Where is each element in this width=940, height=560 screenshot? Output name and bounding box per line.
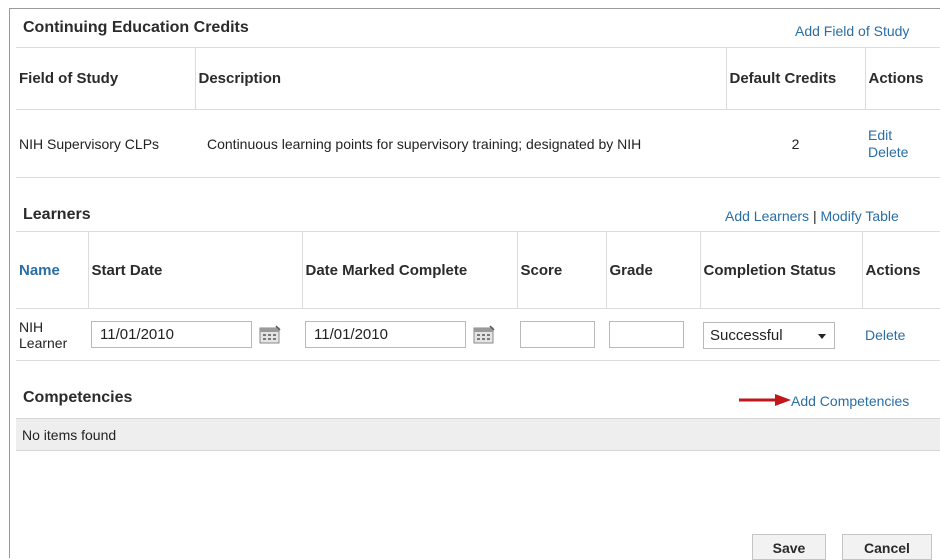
score-cell [517, 308, 606, 361]
ce-table: Field of Study Description Default Credi… [16, 47, 940, 178]
complete-date-input[interactable] [305, 321, 466, 348]
edit-link[interactable]: Edit [868, 127, 892, 143]
cancel-button[interactable]: Cancel [842, 534, 932, 560]
grade-input[interactable] [609, 321, 684, 348]
col-score: Score [517, 231, 607, 309]
col-default-credits: Default Credits [726, 47, 866, 110]
col-field-of-study: Field of Study [16, 47, 196, 110]
save-button[interactable]: Save [752, 534, 826, 560]
col-date-marked-complete: Date Marked Complete [302, 231, 518, 309]
name-sort-link[interactable]: Name [19, 262, 60, 279]
calendar-icon[interactable] [259, 324, 281, 345]
col-actions: Actions [862, 231, 940, 309]
link-separator: | [812, 208, 817, 224]
col-start-date: Start Date [88, 231, 303, 309]
col-description: Description [195, 47, 727, 110]
delete-learner-link[interactable]: Delete [865, 327, 905, 343]
col-completion-status: Completion Status [700, 231, 863, 309]
ce-field-cell: NIH Supervisory CLPs [16, 109, 195, 178]
competencies-section-title: Competencies [23, 389, 133, 406]
learners-section-title: Learners [23, 206, 91, 223]
table-row: NIH Supervisory CLPs Continuous learning… [16, 109, 940, 178]
complete-date-cell [302, 308, 517, 361]
table-row: NIH Learner Successful Delete [16, 308, 940, 361]
learner-actions-cell: Delete [862, 308, 940, 361]
col-actions: Actions [865, 47, 940, 110]
learner-name-cell: NIH Learner [16, 308, 88, 361]
learners-header-row: Name Start Date Date Marked Complete Sco… [16, 231, 940, 309]
chevron-down-icon [818, 334, 826, 339]
ce-header-row: Field of Study Description Default Credi… [16, 47, 940, 110]
ce-actions-cell: Edit Delete [865, 109, 940, 178]
learners-table: Name Start Date Date Marked Complete Sco… [16, 231, 940, 361]
ce-description-cell: Continuous learning points for superviso… [195, 109, 726, 178]
col-grade: Grade [606, 231, 701, 309]
empty-state-message: No items found [16, 418, 940, 451]
ce-credits-cell: 2 [726, 109, 865, 178]
delete-link[interactable]: Delete [868, 144, 908, 160]
arrow-right-icon [739, 394, 791, 406]
start-date-input[interactable] [91, 321, 252, 348]
completion-status-select[interactable]: Successful [703, 322, 835, 349]
modify-table-link[interactable]: Modify Table [820, 208, 898, 224]
col-name[interactable]: Name [16, 231, 89, 309]
start-date-cell [88, 308, 302, 361]
status-cell: Successful [700, 308, 862, 361]
ce-section-title: Continuing Education Credits [23, 19, 249, 36]
add-competencies-link[interactable]: Add Competencies [791, 393, 909, 409]
score-input[interactable] [520, 321, 595, 348]
add-field-of-study-link[interactable]: Add Field of Study [795, 23, 909, 39]
learners-links: Add Learners | Modify Table [725, 208, 899, 224]
completion-status-value: Successful [710, 327, 783, 344]
calendar-icon[interactable] [473, 324, 495, 345]
grade-cell [606, 308, 700, 361]
add-learners-link[interactable]: Add Learners [725, 208, 809, 224]
